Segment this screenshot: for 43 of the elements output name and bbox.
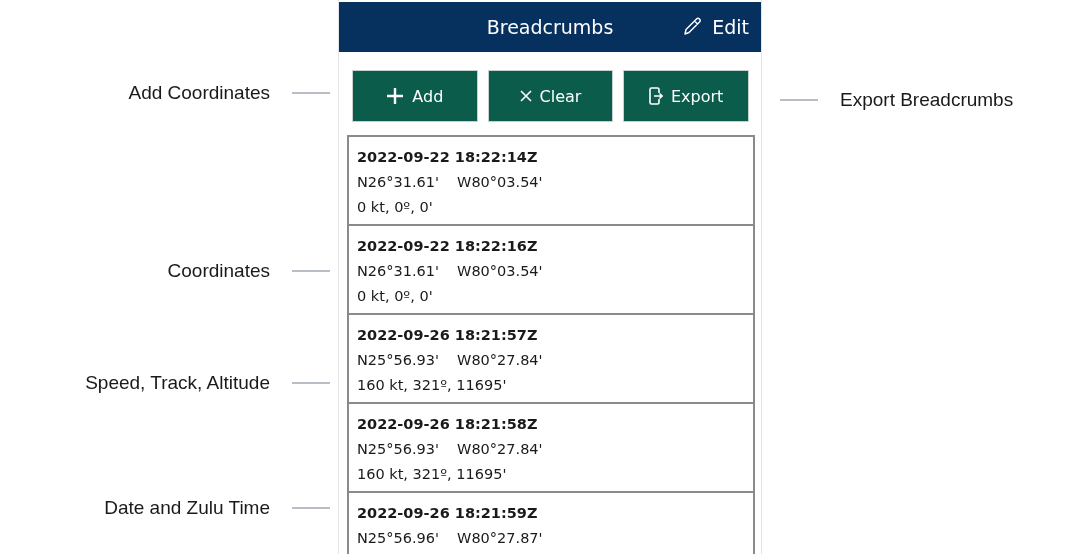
speed-track-altitude: 160 kt, 321º, 11695': [357, 465, 508, 484]
breadcrumb-entry[interactable]: 2022-09-26 18:21:59Z N25°56.96' W80°27.87': [349, 493, 753, 554]
latitude: N25°56.96': [357, 529, 440, 548]
pencil-icon: [682, 17, 703, 37]
callout-label: Date and Zulu Time: [104, 497, 270, 519]
callout-label: Add Coordinates: [128, 82, 270, 104]
callout-label: Export Breadcrumbs: [840, 89, 1014, 111]
speed-track-altitude: 0 kt, 0º, 0': [357, 198, 434, 217]
clear-button[interactable]: Clear: [487, 70, 614, 122]
close-icon: [519, 90, 532, 102]
breadcrumb-entry[interactable]: 2022-09-22 18:22:16Z N26°31.61' W80°03.54' 0 kt, 0º, 0': [349, 226, 753, 315]
plus-icon: [386, 87, 405, 105]
timestamp: 2022-09-22 18:22:14Z: [357, 148, 538, 167]
longitude: W80°27.84': [457, 440, 543, 459]
speed-track-altitude: 160 kt, 321º, 11695': [357, 376, 508, 395]
callout-label: Speed, Track, Altitude: [85, 372, 270, 394]
breadcrumb-entry[interactable]: 2022-09-26 18:21:58Z N25°56.93' W80°27.84' 160 kt, 321º, 11695': [349, 404, 753, 493]
breadcrumb-entry[interactable]: 2022-09-22 18:22:14Z N26°31.61' W80°03.54' 0 kt, 0º, 0': [349, 137, 753, 226]
export-button[interactable]: Export: [623, 70, 749, 122]
callout-label: Coordinates: [167, 260, 270, 282]
longitude: W80°03.54': [457, 262, 543, 281]
breadcrumb-entry[interactable]: 2022-09-26 18:21:57Z N25°56.93' W80°27.84' 160 kt, 321º, 11695': [349, 315, 753, 404]
add-button[interactable]: Add: [352, 70, 478, 122]
leader-line: [780, 99, 818, 101]
leader-line: [292, 92, 330, 94]
screen-title: Breadcrumbs: [486, 16, 614, 38]
timestamp: 2022-09-26 18:21:58Z: [357, 415, 538, 434]
speed-track-altitude: 0 kt, 0º, 0': [357, 287, 434, 306]
latitude: N26°31.61': [357, 173, 440, 192]
latitude: N25°56.93': [357, 440, 440, 459]
latitude: N26°31.61': [357, 262, 440, 281]
timestamp: 2022-09-26 18:21:59Z: [357, 504, 538, 523]
latitude: N25°56.93': [357, 351, 440, 370]
export-icon: [649, 87, 663, 105]
leader-line: [292, 270, 330, 272]
leader-line: [292, 382, 330, 384]
timestamp: 2022-09-26 18:21:57Z: [357, 326, 538, 345]
timestamp: 2022-09-22 18:22:16Z: [357, 237, 538, 256]
longitude: W80°03.54': [457, 173, 543, 192]
leader-line: [292, 507, 330, 509]
longitude: W80°27.87': [457, 529, 543, 548]
edit-button[interactable]: Edit: [682, 16, 749, 38]
longitude: W80°27.84': [457, 351, 543, 370]
